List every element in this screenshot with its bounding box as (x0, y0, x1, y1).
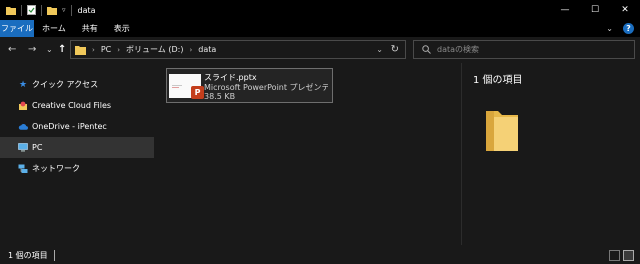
sidebar-item-quick-access[interactable]: ★ クイック アクセス (0, 74, 154, 95)
breadcrumb-volume-d[interactable]: ボリューム (D:) (126, 44, 183, 55)
window-title: data (77, 5, 96, 15)
file-item[interactable]: P スライド.pptx Microsoft PowerPoint プレゼンテー.… (166, 68, 333, 103)
maximize-button[interactable]: ☐ (580, 0, 610, 20)
breadcrumb-data[interactable]: data (198, 45, 216, 54)
sidebar-item-onedrive[interactable]: OneDrive - iPentec (0, 116, 154, 137)
folder-icon (75, 45, 86, 55)
chevron-right-icon[interactable]: › (189, 46, 192, 54)
recent-locations-button[interactable]: ⌄ (46, 43, 53, 57)
ribbon-tabs: ファイル ホーム 共有 表示 ⌄ ? (0, 20, 640, 37)
navigation-pane: ★ クイック アクセス Creative Cloud Files OneDriv… (0, 70, 154, 179)
chevron-right-icon[interactable]: › (117, 46, 120, 54)
tab-view[interactable]: 表示 (106, 20, 138, 37)
status-bar: 1 個の項目 (0, 247, 640, 264)
sidebar-item-label: PC (32, 143, 43, 152)
chevron-down-icon[interactable]: ⌄ (606, 24, 613, 33)
powerpoint-icon: P (191, 86, 204, 99)
search-input[interactable]: dataの検索 (437, 44, 479, 55)
close-button[interactable]: ✕ (610, 0, 640, 20)
creative-cloud-icon (18, 101, 28, 111)
up-button[interactable]: ↑ (58, 43, 66, 57)
divider (70, 4, 72, 16)
back-button[interactable]: ← (8, 43, 16, 57)
star-icon: ★ (18, 79, 28, 90)
search-icon (422, 45, 431, 54)
title-bar: ▿ data — ☐ ✕ (0, 0, 640, 20)
address-bar[interactable]: › PC › ボリューム (D:) › data ⌄ ↻ (70, 40, 406, 59)
cloud-icon (18, 122, 28, 132)
file-size: 38.5 KB (204, 92, 236, 101)
customize-quick-access-icon[interactable]: ▿ (62, 6, 66, 14)
network-icon (18, 164, 28, 174)
new-folder-icon[interactable] (47, 6, 57, 15)
tab-share[interactable]: 共有 (74, 20, 106, 37)
breadcrumb-pc[interactable]: PC (101, 45, 111, 54)
divider (53, 250, 55, 261)
refresh-icon[interactable]: ↻ (391, 44, 399, 55)
divider (21, 4, 22, 16)
tab-file[interactable]: ファイル (0, 20, 34, 37)
minimize-button[interactable]: — (550, 0, 580, 20)
details-view-button[interactable] (609, 250, 620, 261)
properties-icon[interactable] (27, 5, 36, 15)
sidebar-item-label: ネットワーク (32, 164, 80, 173)
sidebar-item-pc[interactable]: PC (0, 137, 154, 158)
sidebar-item-label: クイック アクセス (32, 80, 99, 89)
sidebar-item-label: Creative Cloud Files (32, 101, 112, 110)
tab-home[interactable]: ホーム (34, 20, 74, 37)
sidebar-item-label: OneDrive - iPentec (32, 122, 107, 131)
chevron-right-icon[interactable]: › (92, 46, 95, 54)
computer-icon (18, 143, 28, 153)
forward-button[interactable]: → (28, 43, 36, 57)
sidebar-item-network[interactable]: ネットワーク (0, 158, 154, 179)
quick-access-toolbar: ▿ (0, 0, 72, 20)
details-pane: 1 個の項目 (461, 63, 640, 245)
search-box[interactable]: dataの検索 (413, 40, 635, 59)
large-icons-view-button[interactable] (623, 250, 634, 261)
item-count-heading: 1 個の項目 (473, 75, 523, 86)
divider (41, 4, 42, 16)
sidebar-item-creative-cloud[interactable]: Creative Cloud Files (0, 95, 154, 116)
help-icon[interactable]: ? (623, 23, 634, 34)
folder-icon (486, 111, 518, 151)
folder-icon (6, 6, 16, 15)
status-item-count: 1 個の項目 (8, 251, 48, 260)
address-dropdown-icon[interactable]: ⌄ (376, 45, 383, 54)
